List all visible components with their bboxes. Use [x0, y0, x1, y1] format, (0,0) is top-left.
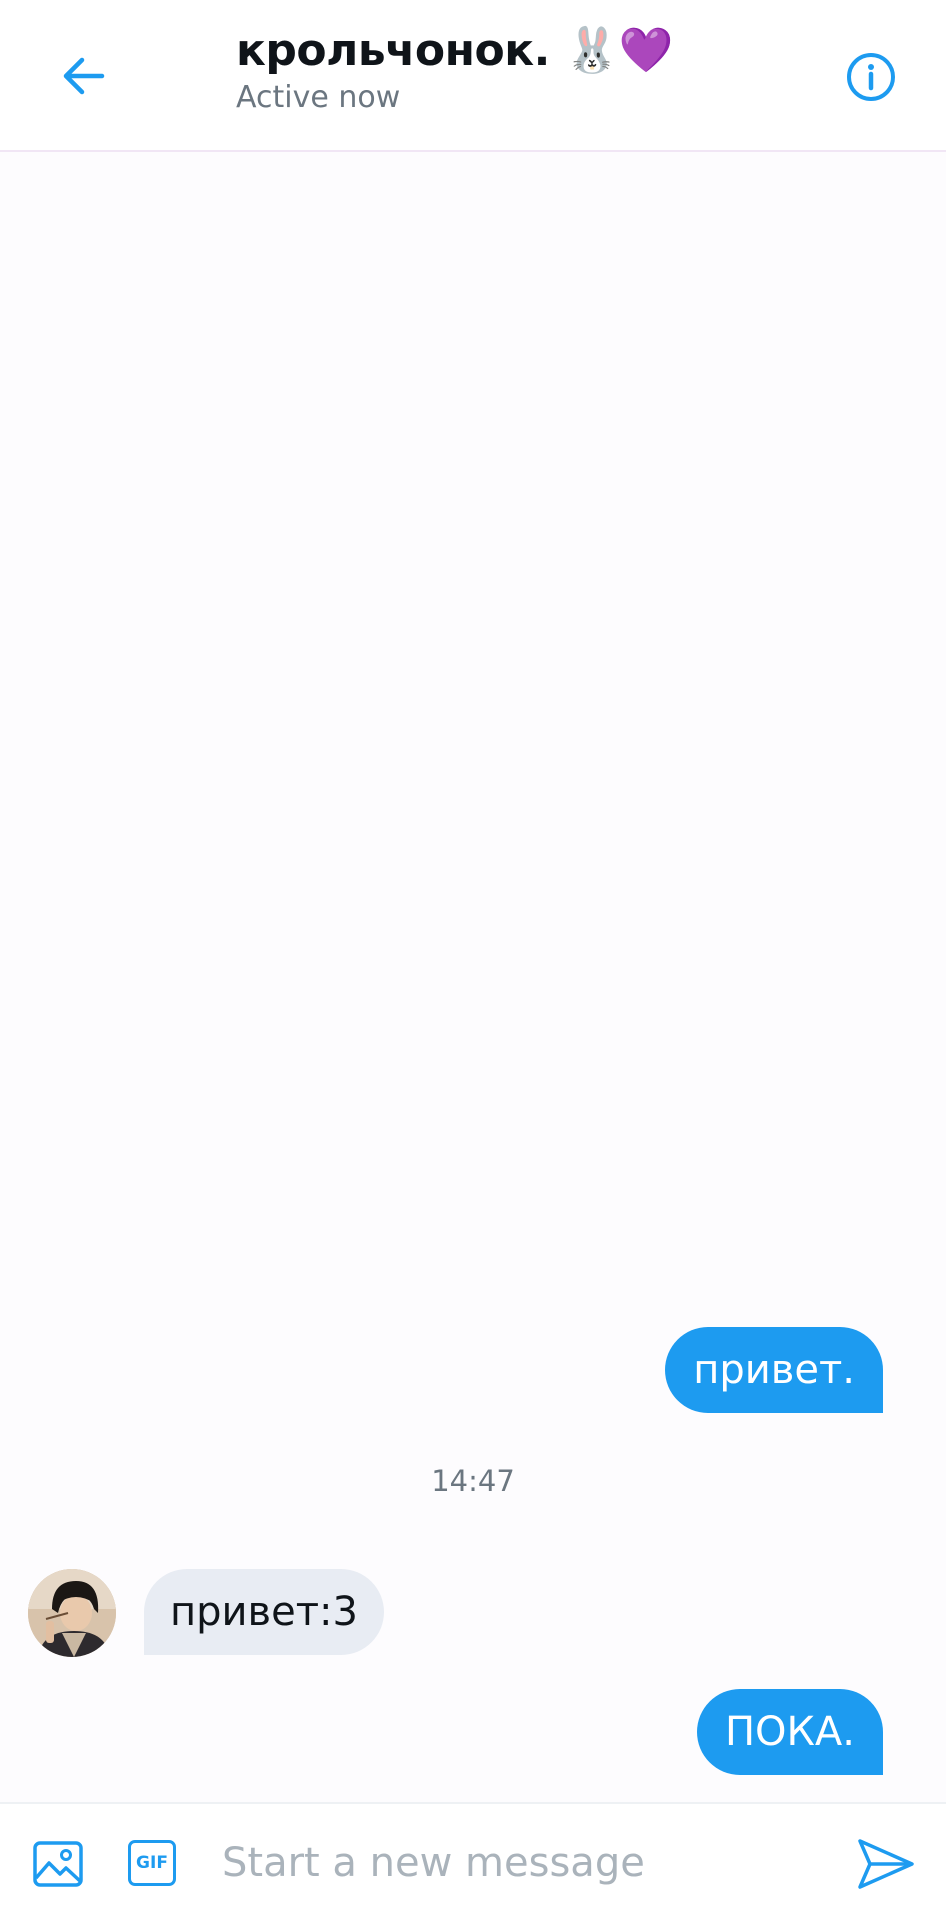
- presence-status: Active now: [236, 80, 401, 115]
- gif-icon: GIF: [136, 1853, 168, 1873]
- message-thread[interactable]: привет. 14:47 привет:3 ПОКА.: [0, 152, 946, 1802]
- avatar-image: [28, 1569, 116, 1657]
- send-button[interactable]: [856, 1834, 916, 1894]
- conversation-header: крольчонок. 🐰💜 Active now: [0, 0, 946, 152]
- message-input[interactable]: [222, 1830, 822, 1896]
- message-timestamp: 14:47: [431, 1464, 515, 1498]
- send-icon: [858, 1839, 914, 1889]
- gif-button[interactable]: GIF: [128, 1840, 176, 1886]
- arrow-left-icon: [63, 57, 105, 95]
- contact-avatar[interactable]: [28, 1569, 116, 1657]
- message-composer: GIF: [0, 1802, 946, 1920]
- incoming-message[interactable]: привет:3: [144, 1569, 384, 1655]
- conversation-title-block[interactable]: крольчонок. 🐰💜 Active now: [236, 24, 674, 115]
- image-icon: [33, 1841, 83, 1887]
- info-icon: [847, 53, 895, 101]
- add-media-button[interactable]: [32, 1838, 84, 1890]
- contact-name: крольчонок. 🐰💜: [236, 25, 674, 76]
- outgoing-message[interactable]: ПОКА.: [696, 1689, 883, 1775]
- outgoing-message[interactable]: привет.: [665, 1327, 883, 1413]
- conversation-info-button[interactable]: [844, 50, 898, 104]
- back-button[interactable]: [58, 50, 110, 102]
